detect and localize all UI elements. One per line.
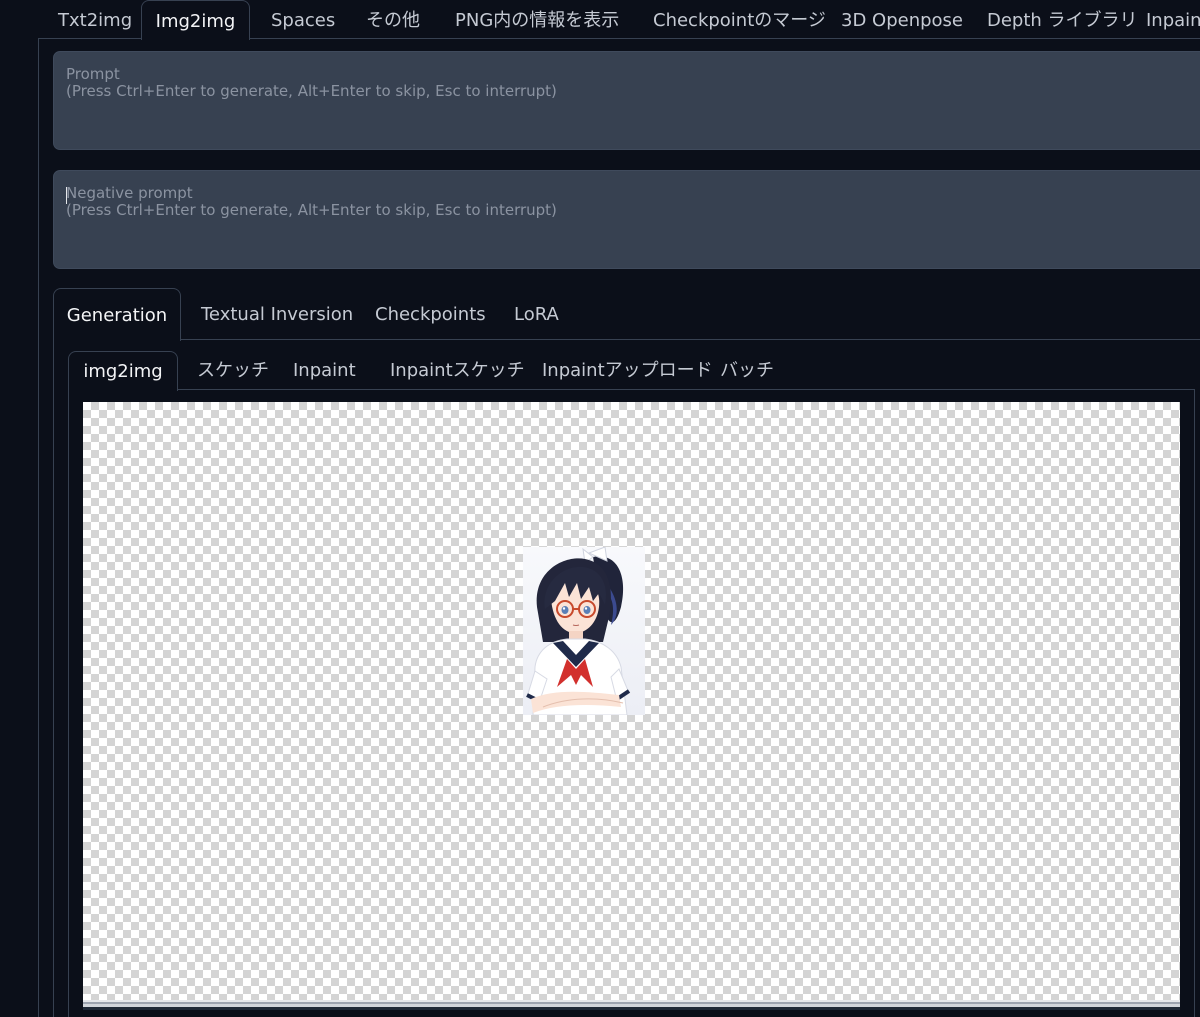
- negative-prompt-placeholder-hint: (Press Ctrl+Enter to generate, Alt+Enter…: [66, 201, 557, 219]
- tab-checkpoints[interactable]: Checkpoints: [375, 288, 486, 340]
- tab-depth-library[interactable]: Depth ライブラリ: [987, 0, 1138, 39]
- uploaded-image[interactable]: [523, 547, 645, 715]
- content-frame-border: [38, 39, 39, 1017]
- negative-prompt-textarea[interactable]: Negative prompt (Press Ctrl+Enter to gen…: [53, 170, 1200, 269]
- generation-tab-bar: Generation Textual Inversion Checkpoints…: [53, 288, 1200, 341]
- tab-sketch[interactable]: スケッチ: [197, 351, 269, 390]
- tab-textual-inversion[interactable]: Textual Inversion: [201, 288, 353, 340]
- tab-lora[interactable]: LoRA: [514, 288, 559, 340]
- tab-spaces[interactable]: Spaces: [271, 0, 335, 39]
- prompt-placeholder-label: Prompt: [66, 65, 120, 83]
- tab-inpaint-mode[interactable]: Inpaint: [293, 351, 356, 390]
- tab-png-info[interactable]: PNG内の情報を表示: [455, 0, 619, 39]
- tab-generation[interactable]: Generation: [53, 288, 181, 341]
- mode-frame-border-right: [1194, 390, 1195, 1017]
- text-cursor: [66, 187, 67, 204]
- negative-prompt-placeholder-label: Negative prompt: [66, 184, 193, 202]
- generation-frame-border: [53, 340, 54, 1017]
- tab-inpaint-upload[interactable]: Inpaintアップロード: [542, 351, 713, 390]
- tab-other[interactable]: その他: [366, 0, 420, 39]
- main-tab-bar: Txt2img Img2img Spaces その他 PNG内の情報を表示 Ch…: [38, 0, 1200, 40]
- anime-girl-illustration: [526, 547, 631, 715]
- mode-frame-border-left: [68, 390, 69, 1017]
- tab-3d-openpose[interactable]: 3D Openpose: [841, 0, 963, 39]
- canvas-bottom-edge: [83, 1000, 1180, 1010]
- tab-batch[interactable]: バッチ: [720, 351, 774, 390]
- img2img-mode-tab-bar: img2img スケッチ Inpaint Inpaintスケッチ Inpaint…: [68, 351, 1195, 391]
- tab-img2img-mode[interactable]: img2img: [68, 351, 178, 391]
- tab-checkpoint-merge[interactable]: Checkpointのマージ: [653, 0, 826, 39]
- tab-inpaint[interactable]: Inpaint: [1146, 0, 1200, 39]
- tab-txt2img[interactable]: Txt2img: [58, 0, 132, 39]
- tab-inpaint-sketch[interactable]: Inpaintスケッチ: [390, 351, 525, 390]
- prompt-textarea[interactable]: Prompt (Press Ctrl+Enter to generate, Al…: [53, 51, 1200, 150]
- prompt-placeholder-hint: (Press Ctrl+Enter to generate, Alt+Enter…: [66, 82, 557, 100]
- tab-img2img[interactable]: Img2img: [141, 0, 250, 40]
